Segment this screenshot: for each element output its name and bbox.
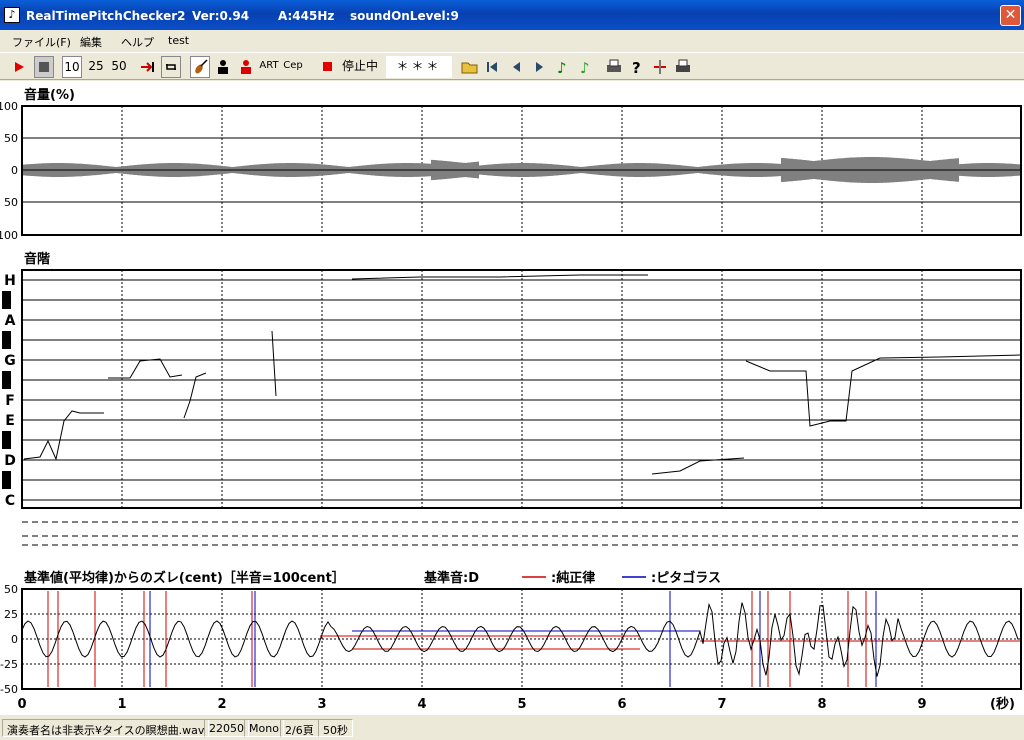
toolbar: 10 25 50 ART Cep 停止中 ＊＊＊ ♪ ♪ ?: [0, 52, 1024, 80]
status-file: 演奏者名は非表示¥タイスの瞑想曲.wav: [2, 719, 210, 737]
note-label: H: [4, 273, 16, 289]
deviation-tick-label: -25: [0, 658, 18, 671]
volume-tick-label: 100: [0, 229, 18, 242]
marker-icon[interactable]: [650, 56, 670, 78]
deviation-tick-label: 50: [4, 583, 18, 596]
time-tick-label: 2: [217, 697, 226, 712]
svg-text:?: ?: [632, 59, 641, 77]
sound-on-level: soundOnLevel:9: [350, 9, 459, 23]
volume-tick-label: 0: [11, 164, 18, 177]
note-label: C: [5, 493, 15, 509]
time-tick-label: 7: [717, 697, 726, 712]
note-label: E: [5, 413, 15, 429]
menu-test[interactable]: test: [168, 34, 189, 47]
note-label: G: [4, 353, 16, 369]
status-channels: Mono: [244, 719, 284, 737]
app-title: RealTimePitchChecker2: [26, 9, 186, 23]
menu-bar: ファイル(F) 編集 ヘルプ test: [0, 30, 1024, 52]
cep-button[interactable]: Cep: [282, 56, 304, 78]
time-tick-label: 3: [317, 697, 326, 712]
volume-tick-label: 50: [4, 196, 18, 209]
note-label: D: [4, 453, 16, 469]
svg-text:♪: ♪: [557, 59, 567, 77]
size-25-button[interactable]: 25: [86, 56, 106, 78]
deviation-title: 基準値(平均律)からのズレ(cent)［半音=100cent］: [23, 570, 345, 586]
record-stop-button[interactable]: [318, 56, 338, 78]
art-button[interactable]: ART: [258, 56, 280, 78]
black-key-marker: [2, 431, 11, 449]
menu-help[interactable]: ヘルプ: [121, 34, 154, 50]
black-key-marker: [2, 371, 11, 389]
deviation-tick-label: 0: [11, 633, 18, 646]
title-bar: ♪ RealTimePitchChecker2 Ver:0.94 A:445Hz…: [0, 0, 1024, 30]
status-rate: 22050: [204, 719, 249, 737]
player-red-icon[interactable]: [236, 56, 256, 78]
note-display: ＊＊＊: [386, 56, 452, 78]
close-button[interactable]: ✕: [1000, 5, 1021, 26]
note-label: A: [5, 313, 16, 329]
status-page: 2/6頁: [280, 719, 319, 737]
size-10-button[interactable]: 10: [62, 56, 82, 78]
printer-icon[interactable]: [673, 56, 693, 78]
loop-button[interactable]: [161, 56, 181, 78]
deviation-tick-label: -50: [0, 683, 18, 696]
black-key-marker: [2, 471, 11, 489]
time-tick-label: 9: [917, 697, 926, 712]
legend-pure: :純正律: [551, 570, 595, 586]
note-green-icon[interactable]: ♪: [552, 56, 572, 78]
stop-icon: [39, 62, 49, 72]
app-icon: ♪: [4, 7, 20, 23]
time-tick-label: 0: [17, 697, 26, 712]
charts-svg: 音量(%) 10050050100 音階 HAGFEDC 基準値(平均律)からの…: [0, 87, 1022, 712]
time-tick-label: 5: [517, 697, 526, 712]
note-label: F: [5, 393, 15, 409]
stop-button[interactable]: [34, 56, 54, 78]
scale-title: 音階: [24, 251, 50, 267]
volume-title: 音量(%): [24, 87, 75, 103]
deviation-tick-label: 25: [4, 608, 18, 621]
svg-text:♪: ♪: [580, 59, 590, 77]
menu-edit[interactable]: 編集: [80, 34, 102, 50]
status-label: 停止中: [341, 59, 378, 73]
time-tick-label: 6: [617, 697, 626, 712]
black-key-marker: [2, 331, 11, 349]
help-icon[interactable]: ?: [627, 56, 647, 78]
black-key-marker: [2, 291, 11, 309]
status-bar: 演奏者名は非表示¥タイスの瞑想曲.wav 22050 Mono 2/6頁 50秒: [0, 716, 1024, 740]
app-version: Ver:0.94: [192, 9, 250, 23]
print-button[interactable]: [604, 56, 624, 78]
reference-frequency: A:445Hz: [278, 9, 335, 23]
time-unit: (秒): [990, 696, 1015, 712]
player-icon[interactable]: [213, 56, 233, 78]
legend-pythagorean: :ピタゴラス: [651, 570, 721, 586]
next-page-button[interactable]: [529, 56, 549, 78]
chart-area: 音量(%) 100 50 0 50 100 音階 HAGFEDC 基準値(平均律)からの…: [0, 81, 1024, 715]
play-icon: [15, 62, 24, 72]
play-button[interactable]: [9, 56, 29, 78]
time-tick-label: 4: [417, 697, 426, 712]
scale-panel: [21, 269, 1022, 509]
volume-tick-label: 50: [4, 132, 18, 145]
jump-end-button[interactable]: [138, 56, 158, 78]
note-green2-icon[interactable]: ♪: [575, 56, 595, 78]
first-page-button[interactable]: [482, 56, 502, 78]
menu-file[interactable]: ファイル(F): [12, 34, 71, 50]
volume-tick-label: 100: [0, 100, 18, 113]
size-50-button[interactable]: 50: [109, 56, 129, 78]
time-tick-label: 1: [117, 697, 126, 712]
status-duration: 50秒: [318, 719, 353, 737]
violin-button[interactable]: [190, 56, 210, 78]
prev-page-button[interactable]: [506, 56, 526, 78]
open-folder-button[interactable]: [460, 56, 480, 78]
time-tick-label: 8: [817, 697, 826, 712]
base-note: 基準音:D: [423, 570, 479, 586]
